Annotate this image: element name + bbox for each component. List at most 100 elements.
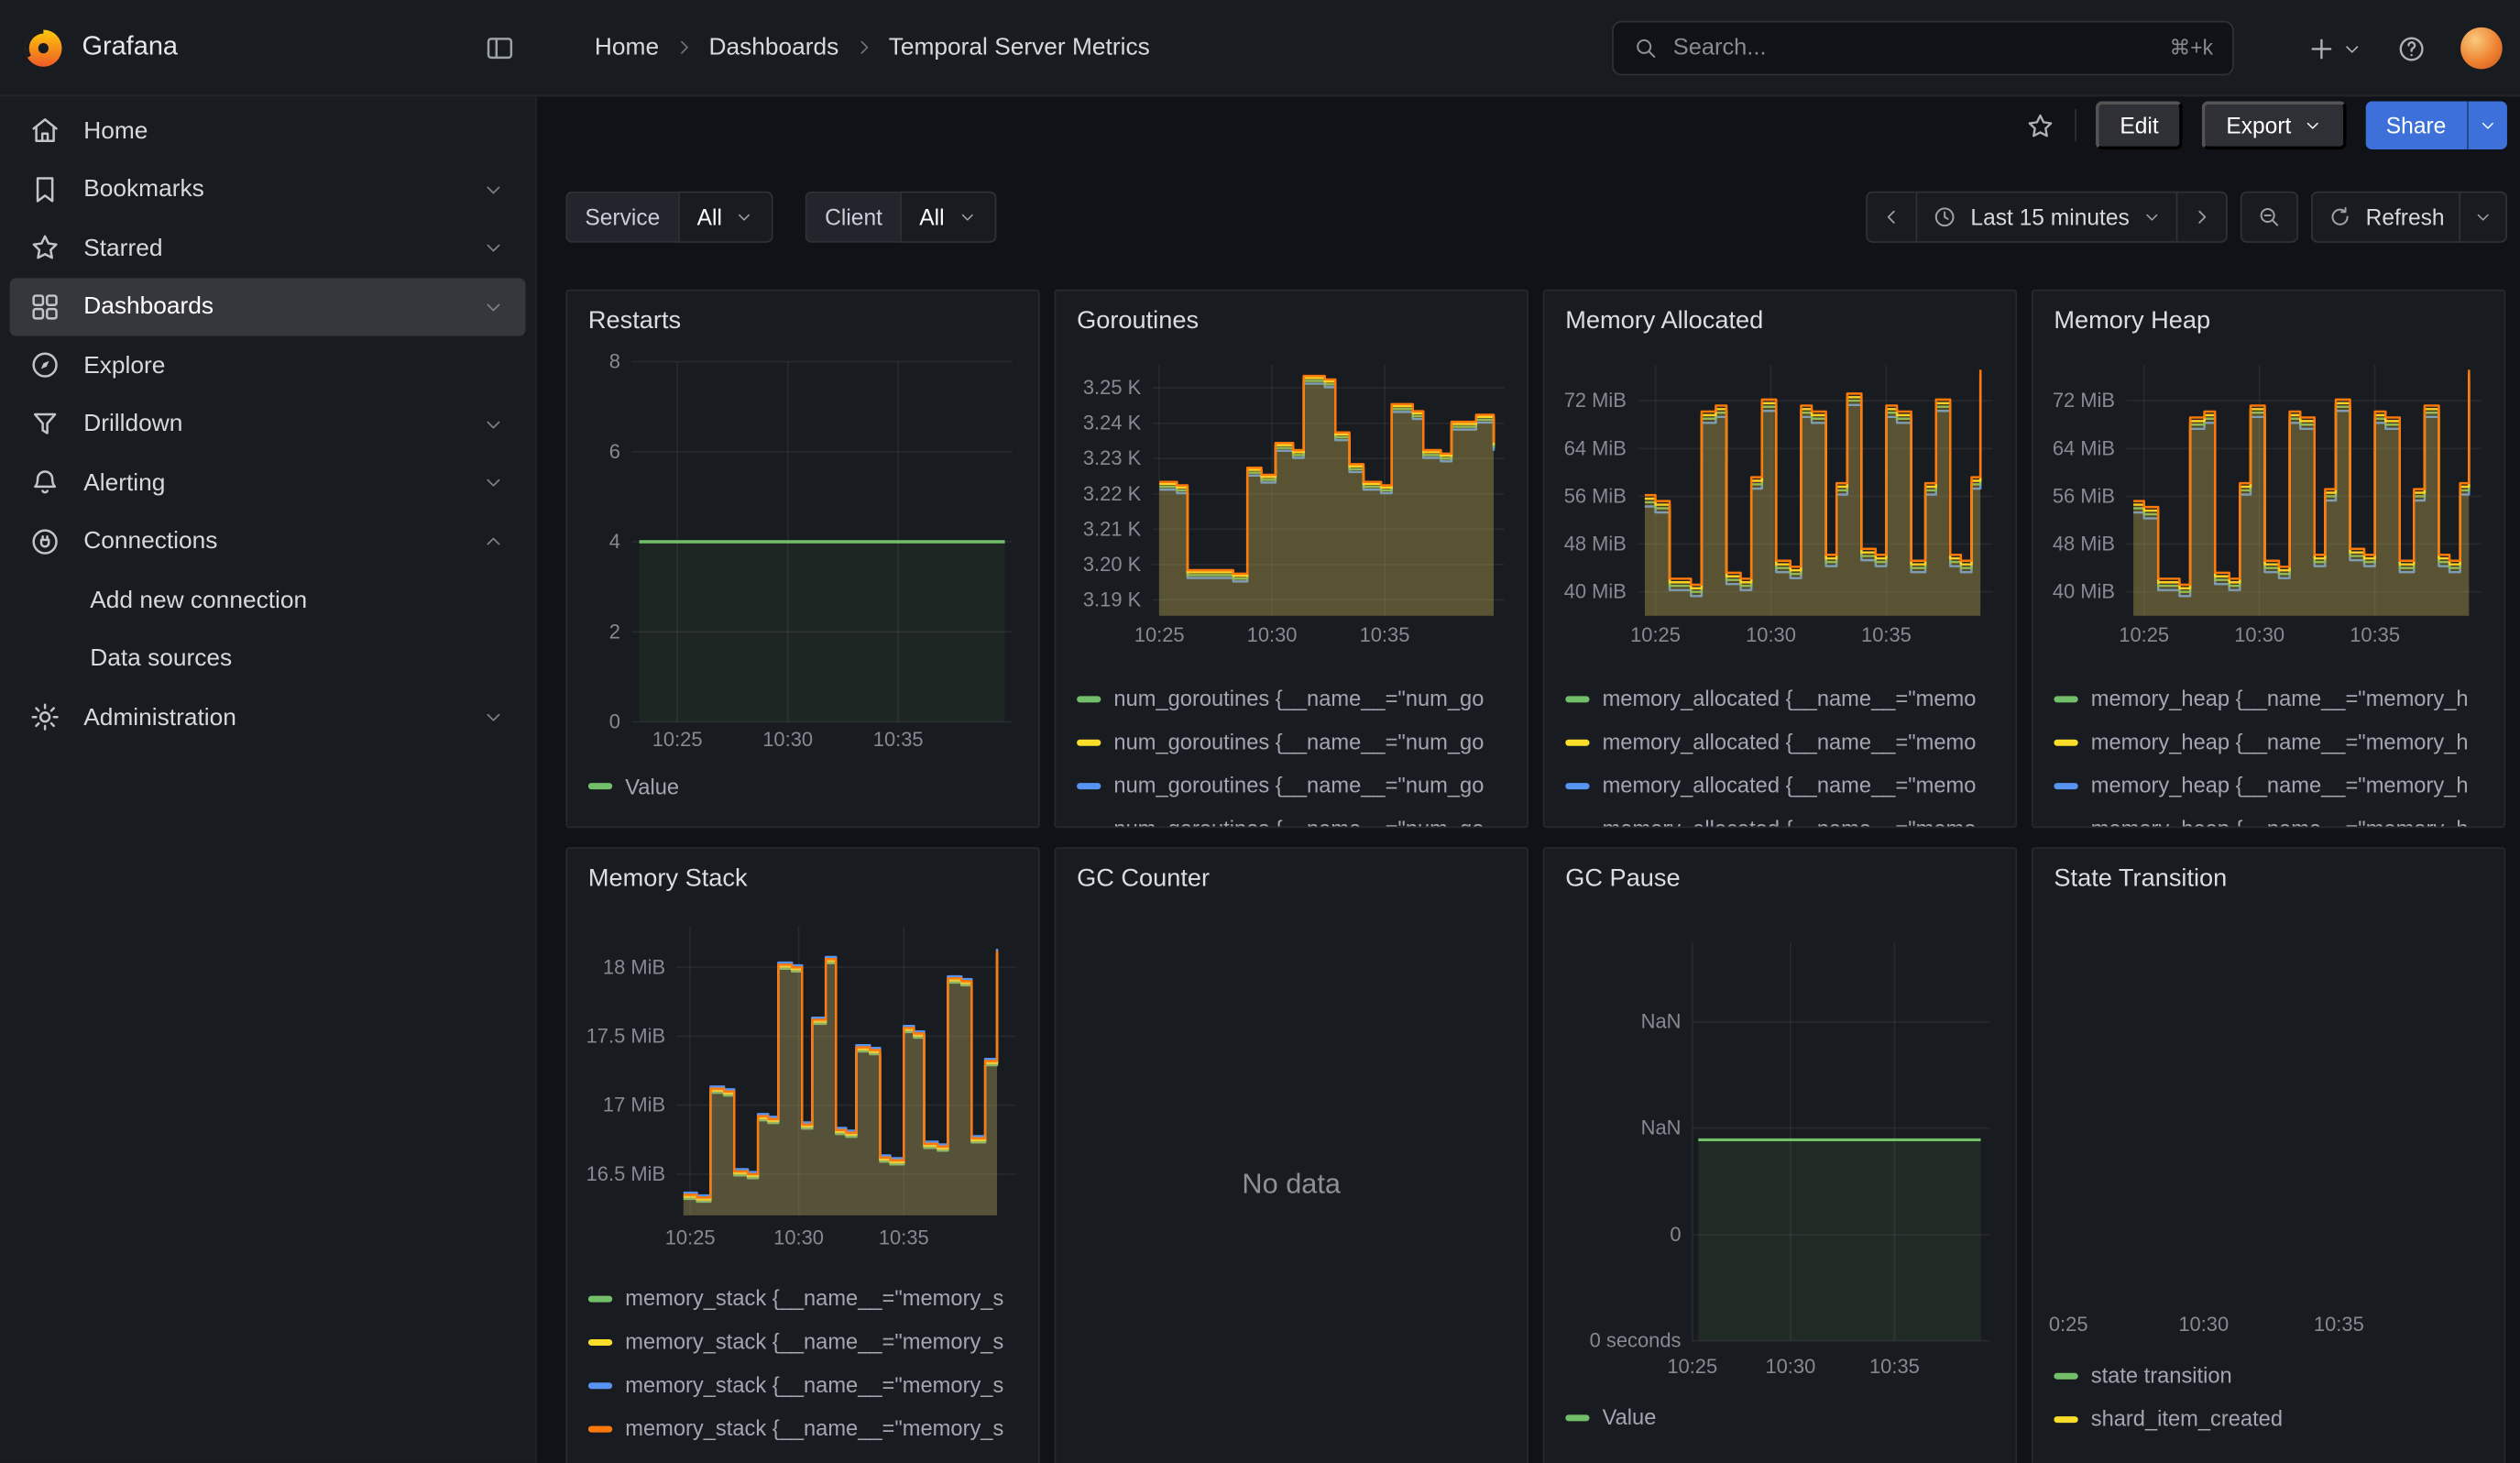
panel-title[interactable]: Goroutines xyxy=(1056,291,1527,336)
gc-pause-chart[interactable]: 10:2510:3010:35NaNNaN00 seconds xyxy=(1561,919,2002,1386)
sidebar-item-data-sources[interactable]: Data sources xyxy=(10,630,526,688)
legend-item[interactable]: memory_allocated {__name__="memo xyxy=(1565,676,2012,720)
chevron-down-icon[interactable] xyxy=(482,236,505,259)
grafana-logo[interactable] xyxy=(23,27,65,69)
memory-stack-legend: memory_stack {__name__="memory_smemory_s… xyxy=(588,1277,1035,1450)
goroutines-chart[interactable]: 10:2510:3010:353.25 K3.24 K3.23 K3.22 K3… xyxy=(1072,356,1514,654)
sidebar-item-add-new-connection[interactable]: Add new connection xyxy=(10,571,526,630)
user-avatar[interactable] xyxy=(2460,28,2503,70)
chevron-up-icon[interactable] xyxy=(482,530,505,553)
panel-title[interactable]: Restarts xyxy=(567,291,1038,336)
search-box[interactable]: ⌘+k xyxy=(1612,21,2234,76)
panel-title[interactable]: Memory Stack xyxy=(567,849,1038,894)
panel-title[interactable]: GC Counter xyxy=(1056,849,1527,894)
legend-item[interactable]: state transition xyxy=(2054,1354,2501,1397)
svg-text:10:35: 10:35 xyxy=(2350,623,2400,646)
svg-text:40 MiB: 40 MiB xyxy=(1564,580,1627,603)
edit-button[interactable]: Edit xyxy=(2096,101,2183,149)
restarts-chart[interactable]: 10:2510:3010:3586420 xyxy=(584,352,1025,754)
share-button[interactable]: Share xyxy=(2365,101,2467,149)
sidebar-item-drilldown[interactable]: Drilldown xyxy=(10,395,526,454)
panel-memory-allocated: Memory Allocated 10:2510:3010:3572 MiB64… xyxy=(1543,290,2017,829)
restarts-legend: Value xyxy=(588,767,1035,806)
breadcrumb-home[interactable]: Home xyxy=(595,34,659,61)
variable-value: All xyxy=(919,204,944,230)
legend-item[interactable]: memory_heap {__name__="memory_h xyxy=(2054,807,2501,828)
svg-text:0:25: 0:25 xyxy=(2049,1313,2087,1336)
zoom-out-time-button[interactable] xyxy=(2241,192,2298,243)
legend-label: memory_heap {__name__="memory_h xyxy=(2091,774,2469,798)
compass-icon xyxy=(29,349,61,381)
sidebar-item-administration[interactable]: Administration xyxy=(10,688,526,747)
topbar-left-section: Grafana xyxy=(0,0,537,94)
home-icon xyxy=(29,115,61,147)
legend-item[interactable]: Value xyxy=(588,767,1035,806)
breadcrumb-dashboards[interactable]: Dashboards xyxy=(708,34,838,61)
chevron-down-icon[interactable] xyxy=(482,706,505,729)
legend-item[interactable]: memory_stack {__name__="memory_s xyxy=(588,1277,1035,1320)
legend-item[interactable]: memory_heap {__name__="memory_h xyxy=(2054,720,2501,764)
legend-item[interactable]: memory_allocated {__name__="memo xyxy=(1565,764,2012,807)
export-button[interactable]: Export xyxy=(2202,101,2346,149)
svg-text:3.22 K: 3.22 K xyxy=(1083,482,1142,505)
time-shift-forward-button[interactable] xyxy=(2176,192,2228,243)
panel-gc-pause: GC Pause 10:2510:3010:35NaNNaN00 seconds… xyxy=(1543,847,2017,1463)
chevron-down-icon[interactable] xyxy=(482,471,505,494)
sidebar-item-explore[interactable]: Explore xyxy=(10,336,526,395)
new-menu-button[interactable] xyxy=(2306,33,2362,63)
refresh-interval-caret[interactable] xyxy=(2459,192,2507,243)
chevron-down-icon[interactable] xyxy=(482,295,505,318)
svg-text:3.24 K: 3.24 K xyxy=(1083,412,1142,434)
toolbar-divider xyxy=(2075,109,2076,141)
legend-item[interactable]: num_goroutines {__name__="num_go xyxy=(1077,764,1524,807)
chevron-down-icon xyxy=(2473,207,2493,226)
sidebar-item-home[interactable]: Home xyxy=(10,101,526,160)
legend-item[interactable]: memory_heap {__name__="memory_h xyxy=(2054,764,2501,807)
variable-client-select[interactable]: All xyxy=(900,192,995,243)
legend-item[interactable]: num_goroutines {__name__="num_go xyxy=(1077,807,1524,828)
search-input[interactable] xyxy=(1673,36,2155,61)
state-transition-chart[interactable]: 0:2510:3010:35 xyxy=(2049,919,2491,1344)
sidebar-item-connections[interactable]: Connections xyxy=(10,512,526,571)
variable-service-select[interactable]: All xyxy=(678,192,773,243)
sidebar-item-alerting[interactable]: Alerting xyxy=(10,454,526,512)
top-nav-bar: Grafana Home Dashboards Temporal Server … xyxy=(0,0,2520,96)
favorite-star-button[interactable] xyxy=(2025,110,2055,140)
dock-menu-toggle-icon[interactable] xyxy=(484,31,516,63)
chevron-down-icon[interactable] xyxy=(482,178,505,201)
legend-item[interactable]: Value xyxy=(1565,1395,2012,1438)
legend-item[interactable]: shard_item_created xyxy=(2054,1397,2501,1440)
chevron-down-icon[interactable] xyxy=(482,412,505,435)
sidebar-nav: Home Bookmarks Starred xyxy=(0,96,537,1463)
legend-item[interactable]: memory_allocated {__name__="memo xyxy=(1565,720,2012,764)
legend-item[interactable]: memory_stack {__name__="memory_s xyxy=(588,1320,1035,1363)
memory-stack-chart[interactable]: 10:2510:3010:3518 MiB17.5 MiB17 MiB16.5 … xyxy=(584,913,1025,1257)
time-range-picker-button[interactable]: Last 15 minutes xyxy=(1916,192,2178,243)
legend-item[interactable]: memory_heap {__name__="memory_h xyxy=(2054,676,2501,720)
legend-item[interactable]: memory_stack {__name__="memory_s xyxy=(588,1407,1035,1450)
sidebar-item-label: Explore xyxy=(83,352,165,380)
panel-title[interactable]: Memory Allocated xyxy=(1544,291,2015,336)
memory-heap-chart[interactable]: 10:2510:3010:3572 MiB64 MiB56 MiB48 MiB4… xyxy=(2049,356,2491,654)
svg-text:10:30: 10:30 xyxy=(1746,623,1796,646)
svg-text:3.19 K: 3.19 K xyxy=(1083,588,1142,610)
sidebar-item-bookmarks[interactable]: Bookmarks xyxy=(10,160,526,219)
refresh-button[interactable]: Refresh xyxy=(2311,192,2460,243)
help-button[interactable] xyxy=(2396,33,2427,63)
variable-label: Client xyxy=(805,192,900,243)
legend-item[interactable]: memory_allocated {__name__="memo xyxy=(1565,807,2012,828)
share-menu-caret[interactable] xyxy=(2467,101,2507,149)
legend-item[interactable]: num_goroutines {__name__="num_go xyxy=(1077,676,1524,720)
panel-title[interactable]: GC Pause xyxy=(1544,849,2015,894)
legend-swatch xyxy=(1077,739,1101,745)
legend-item[interactable]: memory_stack {__name__="memory_s xyxy=(588,1363,1035,1406)
panel-title[interactable]: State Transition xyxy=(2033,849,2504,894)
legend-item[interactable]: num_goroutines {__name__="num_go xyxy=(1077,720,1524,764)
memory-allocated-chart[interactable]: 10:2510:3010:3572 MiB64 MiB56 MiB48 MiB4… xyxy=(1561,356,2002,654)
time-shift-back-button[interactable] xyxy=(1866,192,1917,243)
svg-text:10:35: 10:35 xyxy=(1869,1355,1920,1378)
sidebar-item-starred[interactable]: Starred xyxy=(10,219,526,278)
panel-title[interactable]: Memory Heap xyxy=(2033,291,2504,336)
time-range-group: Last 15 minutes xyxy=(1866,192,2227,243)
sidebar-item-dashboards[interactable]: Dashboards xyxy=(10,278,526,336)
